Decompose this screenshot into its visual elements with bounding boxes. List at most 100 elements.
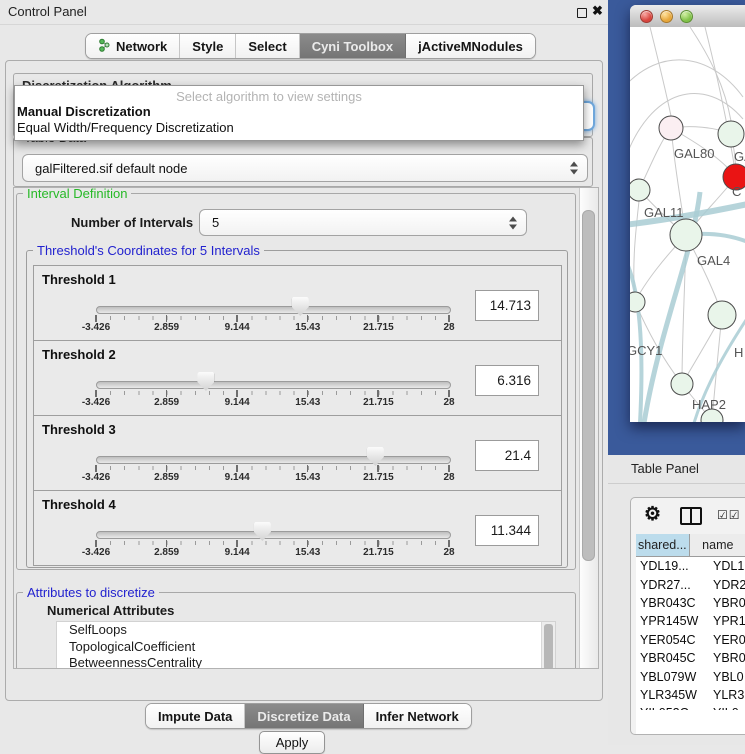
attributes-group-label: Attributes to discretize — [23, 585, 159, 600]
apply-button[interactable]: Apply — [259, 731, 325, 754]
table-row[interactable]: YLR345W YLR3 — [636, 686, 745, 704]
table-toolbar: ⚙ ☑☑ — [631, 498, 745, 532]
top-tab[interactable]: Select — [236, 34, 299, 58]
bottom-tab-label: Impute Data — [158, 709, 232, 724]
threshold-value-field[interactable]: 21.4 — [475, 440, 539, 471]
settings-scrollpane: Interval Definition Number of Intervals … — [13, 187, 599, 669]
network-node[interactable] — [718, 121, 744, 147]
table-row[interactable]: YPR145W YPR1 — [636, 612, 745, 630]
table-row[interactable]: YBR045C YBR0 — [636, 649, 745, 667]
settings-scrollbar-thumb[interactable] — [582, 210, 595, 561]
threshold-coordinates-group: Threshold's Coordinates for 5 Intervals … — [26, 250, 568, 568]
network-node[interactable] — [708, 301, 736, 329]
network-canvas-svg[interactable]: GAL80GACGAL11GAL4GCY1HHAP2 — [630, 27, 745, 422]
top-tab-label: Cyni Toolbox — [312, 39, 393, 54]
table-row[interactable]: YIL052C YIL0 — [636, 704, 745, 710]
threshold-slider[interactable]: -3.4262.8599.14415.4321.71528 — [96, 297, 449, 335]
top-tab-label: jActiveMNodules — [418, 39, 523, 54]
attribute-item[interactable]: BetweennessCentrality — [57, 655, 555, 669]
slider-track[interactable] — [96, 531, 451, 539]
algorithm-option[interactable]: Equal Width/Frequency Discretization — [17, 120, 234, 135]
bottom-tab[interactable]: Infer Network — [364, 704, 471, 728]
network-node[interactable] — [659, 116, 683, 140]
threshold-coordinates-label: Threshold's Coordinates for 5 Intervals — [33, 243, 264, 258]
network-node[interactable] — [670, 219, 702, 251]
attribute-item[interactable]: SelfLoops — [57, 622, 555, 639]
panel-title: Control Panel — [8, 4, 87, 19]
network-node-label: HAP2 — [692, 397, 726, 412]
settings-scrollbar[interactable] — [579, 188, 598, 668]
table-panel-card: ⚙ ☑☑ shared... name YDL19... YDL1 — [630, 497, 745, 735]
attributes-scrollbar[interactable] — [541, 622, 555, 669]
column-header-shared[interactable]: shared... — [636, 534, 690, 556]
slider-minor-ticks — [96, 391, 450, 395]
top-tab[interactable]: jActiveMNodules — [406, 34, 535, 58]
network-window[interactable]: GAL80GACGAL11GAL4GCY1HHAP2 — [630, 5, 745, 422]
right-region: GAL80GACGAL11GAL4GCY1HHAP2 Table Panel ⚙… — [608, 0, 745, 745]
table-panel-title: Table Panel — [631, 461, 699, 476]
table-panel: Table Panel ⚙ ☑☑ shared... name YDL19... — [608, 455, 745, 745]
threshold-label: Threshold 1 — [42, 272, 116, 287]
top-tab[interactable]: Cyni Toolbox — [300, 34, 406, 58]
network-canvas[interactable]: GAL80GACGAL11GAL4GCY1HHAP2 — [630, 27, 745, 422]
algorithm-hint: Select algorithm to view settings — [15, 89, 523, 104]
threshold-value-field[interactable]: 14.713 — [475, 290, 539, 321]
network-node-label: C — [732, 184, 741, 199]
bottom-tab-label: Infer Network — [376, 709, 459, 724]
column-header-name[interactable]: name — [690, 534, 745, 556]
threshold-value-field[interactable]: 11.344 — [475, 515, 539, 546]
top-tab[interactable]: Style — [180, 34, 236, 58]
threshold-panel: Threshold 4 -3.4262.8599.14415.4321.7152… — [33, 490, 562, 566]
table-row[interactable]: YBL079W YBL0 — [636, 667, 745, 685]
slider-track[interactable] — [96, 306, 451, 314]
slider-track[interactable] — [96, 381, 451, 389]
table-data-combo[interactable]: galFiltered.sif default node — [22, 154, 588, 182]
threshold-value-field[interactable]: 6.316 — [475, 365, 539, 396]
table-header-row: shared... name — [636, 534, 745, 557]
table-row[interactable]: YDR27... YDR2 — [636, 575, 745, 593]
slider-minor-ticks — [96, 466, 450, 470]
split-columns-icon[interactable] — [680, 507, 702, 525]
number-of-intervals-label: Number of Intervals — [71, 215, 193, 230]
slider-tick-labels: -3.4262.8599.14415.4321.71528 — [96, 547, 449, 559]
number-of-intervals-combo[interactable]: 5 — [199, 209, 527, 236]
float-window-icon[interactable] — [577, 8, 587, 18]
numerical-attributes-list[interactable]: SelfLoops TopologicalCoefficient Between… — [56, 621, 556, 669]
attribute-item[interactable]: TopologicalCoefficient — [57, 639, 555, 656]
node-table: shared... name YDL19... YDL1 YDR27... YD… — [636, 534, 745, 734]
network-node[interactable] — [630, 292, 645, 312]
threshold-slider[interactable]: -3.4262.8599.14415.4321.71528 — [96, 522, 449, 560]
slider-minor-ticks — [96, 541, 450, 545]
bottom-tab[interactable]: Discretize Data — [245, 704, 363, 728]
close-icon[interactable]: ✖ — [592, 3, 603, 19]
top-tab[interactable]: Network — [86, 34, 180, 58]
spinner-updown-icon — [509, 216, 517, 229]
control-panel: Control Panel ✖ Network Style — [0, 0, 608, 745]
network-window-titlebar[interactable] — [630, 5, 745, 28]
algorithm-option[interactable]: Manual Discretization — [17, 104, 151, 119]
table-row[interactable]: YDL19... YDL1 — [636, 557, 745, 575]
apply-button-label: Apply — [276, 735, 309, 750]
table-row[interactable]: YER054C YER0 — [636, 631, 745, 649]
threshold-slider[interactable]: -3.4262.8599.14415.4321.71528 — [96, 372, 449, 410]
attributes-scrollbar-thumb[interactable] — [544, 624, 553, 669]
close-window-icon[interactable] — [640, 10, 653, 23]
network-node[interactable] — [630, 179, 650, 201]
threshold-label: Threshold 3 — [42, 422, 116, 437]
network-node-label: H — [734, 345, 743, 360]
desktop-background: GAL80GACGAL11GAL4GCY1HHAP2 — [608, 0, 745, 456]
zoom-window-icon[interactable] — [680, 10, 693, 23]
slider-track[interactable] — [96, 456, 451, 464]
network-node[interactable] — [671, 373, 693, 395]
table-row[interactable]: YBR043C YBR0 — [636, 594, 745, 612]
checked-boxes-icon[interactable]: ☑☑ — [717, 508, 741, 522]
network-node-label: GAL4 — [697, 253, 730, 268]
threshold-slider[interactable]: -3.4262.8599.14415.4321.71528 — [96, 447, 449, 485]
minimize-window-icon[interactable] — [660, 10, 673, 23]
cyni-toolbox-panel: Discretization Algorithm Select algorith… — [5, 60, 603, 701]
bottom-tab[interactable]: Impute Data — [146, 704, 245, 728]
top-tab-bar: Network Style Select Cyni Toolbo — [85, 33, 536, 59]
threshold-label: Threshold 4 — [42, 497, 116, 512]
table-panel-header: Table Panel — [608, 455, 745, 484]
gear-icon[interactable]: ⚙ — [644, 503, 661, 526]
